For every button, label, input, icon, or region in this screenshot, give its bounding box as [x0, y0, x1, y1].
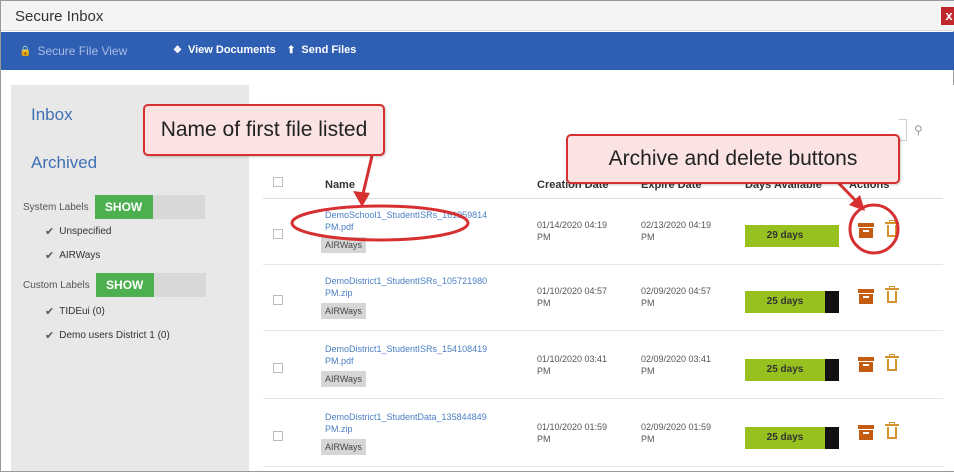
check-icon: ✔ — [45, 250, 55, 262]
search-icon[interactable]: ⚲ — [914, 123, 923, 137]
upload-icon: ⬆ — [287, 44, 296, 56]
nav-send-files[interactable]: ⬆ Send Files — [287, 44, 356, 56]
creation-date: 01/10/2020 01:59 PM — [537, 422, 608, 444]
days-available-bar: 25 days — [745, 291, 839, 313]
expire-date: 02/09/2020 04:57 PM — [641, 286, 712, 308]
custom-labels-row: Custom Labels SHOW — [23, 273, 206, 297]
file-name-link[interactable]: DemoDistrict1_StudentData_135844849 PM.z… — [325, 411, 510, 435]
expire-date: 02/09/2020 03:41 PM — [641, 354, 712, 376]
trash-icon[interactable] — [885, 220, 899, 237]
label-tideui-text: TIDEui (0) — [59, 306, 105, 317]
row-checkbox[interactable] — [273, 295, 283, 305]
system-labels-label: System Labels — [23, 201, 89, 213]
search-input[interactable] — [899, 119, 907, 141]
file-name-link[interactable]: DemoSchool1_StudentISRs_161959814 PM.pdf — [325, 209, 510, 233]
file-label-tag: AIRWays — [321, 439, 367, 455]
system-labels-row: System Labels SHOW — [23, 195, 205, 219]
window-title: Secure Inbox — [15, 8, 104, 25]
select-all-checkbox[interactable] — [273, 177, 283, 187]
col-name[interactable]: Name — [325, 179, 355, 191]
days-available-bar: 29 days — [745, 225, 839, 247]
file-label-tag: AIRWays — [321, 371, 367, 387]
close-button[interactable]: x — [941, 7, 954, 25]
days-available-text: 25 days — [766, 364, 804, 375]
table-row: DemoDistrict1_StudentData_135844849 PM.z… — [263, 403, 943, 467]
label-tideui[interactable]: ✔ TIDEui (0) — [45, 305, 105, 318]
sidebar-item-archived[interactable]: Archived — [31, 153, 97, 173]
nav-secure-file-view[interactable]: 🔒 Secure File View — [19, 44, 127, 58]
sidebar-item-inbox[interactable]: Inbox — [31, 105, 73, 125]
file-label-tag: AIRWays — [321, 303, 367, 319]
creation-date: 01/10/2020 03:41 PM — [537, 354, 608, 376]
days-available-text: 29 days — [766, 230, 804, 241]
trash-icon[interactable] — [885, 354, 899, 371]
file-name-link[interactable]: DemoDistrict1_StudentISRs_105721980 PM.z… — [325, 275, 510, 299]
nav-send-files-label: Send Files — [301, 44, 357, 56]
file-name-link[interactable]: DemoDistrict1_StudentISRs_154108419 PM.p… — [325, 343, 510, 367]
nav-view-documents[interactable]: ❖ View Documents — [173, 44, 276, 56]
trash-icon[interactable] — [885, 286, 899, 303]
row-checkbox[interactable] — [273, 229, 283, 239]
table-row: DemoDistrict1_StudentISRs_154108419 PM.p… — [263, 335, 943, 399]
table-row: DemoDistrict1_StudentISRs_105721980 PM.z… — [263, 267, 943, 331]
system-labels-toggle[interactable]: SHOW — [94, 195, 205, 219]
custom-labels-show: SHOW — [95, 273, 154, 297]
archive-icon[interactable] — [858, 357, 874, 372]
expire-date: 02/09/2020 01:59 PM — [641, 422, 712, 444]
check-icon: ✔ — [45, 330, 55, 342]
secure-inbox-window: Secure Inbox x 🔒 Secure File View ❖ View… — [0, 0, 954, 472]
custom-labels-toggle[interactable]: SHOW — [95, 273, 206, 297]
system-labels-show: SHOW — [94, 195, 153, 219]
creation-date: 01/10/2020 04:57 PM — [537, 286, 608, 308]
check-icon: ✔ — [45, 226, 55, 238]
top-nav: 🔒 Secure File View ❖ View Documents ⬆ Se… — [1, 32, 954, 70]
table-row: DemoSchool1_StudentISRs_161959814 PM.pdf… — [263, 201, 943, 265]
window-titlebar: Secure Inbox x — [1, 1, 954, 31]
label-airways-text: AIRWays — [59, 250, 101, 261]
label-unspecified-text: Unspecified — [59, 226, 112, 237]
label-demo-users[interactable]: ✔ Demo users District 1 (0) — [45, 329, 170, 342]
callout-archive-delete: Archive and delete buttons — [566, 134, 900, 184]
expire-date: 02/13/2020 04:19 PM — [641, 220, 712, 242]
label-unspecified[interactable]: ✔ Unspecified — [45, 225, 111, 238]
creation-date: 01/14/2020 04:19 PM — [537, 220, 608, 242]
documents-icon: ❖ — [173, 44, 182, 56]
days-available-bar: 25 days — [745, 359, 839, 381]
custom-labels-label: Custom Labels — [23, 279, 90, 291]
row-checkbox[interactable] — [273, 431, 283, 441]
file-label-tag: AIRWays — [321, 237, 367, 253]
days-available-bar: 25 days — [745, 427, 839, 449]
callout-first-file: Name of first file listed — [143, 104, 385, 156]
trash-icon[interactable] — [885, 422, 899, 439]
label-airways[interactable]: ✔ AIRWays — [45, 249, 100, 262]
nav-secure-file-view-label: Secure File View — [37, 44, 128, 58]
check-icon: ✔ — [45, 306, 55, 318]
label-demo-users-text: Demo users District 1 (0) — [59, 330, 170, 341]
row-checkbox[interactable] — [273, 363, 283, 373]
nav-view-documents-label: View Documents — [187, 44, 276, 56]
archive-icon[interactable] — [858, 223, 874, 238]
lock-icon: 🔒 — [19, 45, 32, 57]
days-available-text: 25 days — [766, 432, 804, 443]
archive-icon[interactable] — [858, 425, 874, 440]
archive-icon[interactable] — [858, 289, 874, 304]
days-available-text: 25 days — [766, 296, 804, 307]
